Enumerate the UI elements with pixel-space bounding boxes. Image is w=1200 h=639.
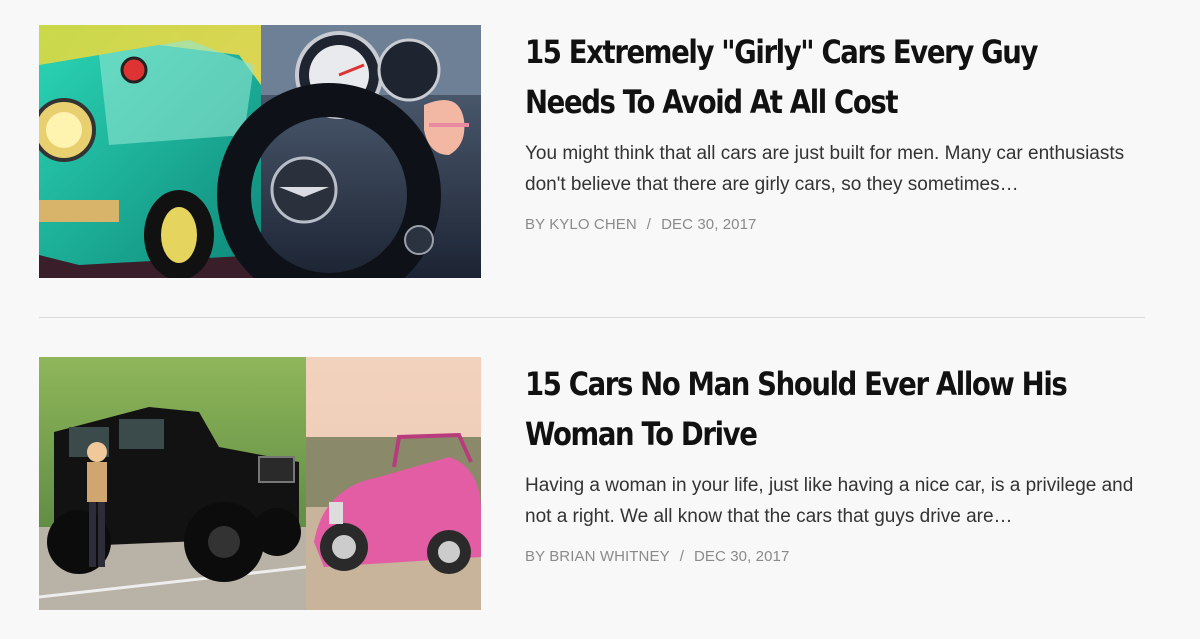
meta-separator: / <box>646 216 652 233</box>
hummer-beetle-collage-image <box>39 357 481 610</box>
article-meta: BY BRIAN WHITNEY / DEC 30, 2017 <box>525 548 1145 565</box>
meta-separator: / <box>679 548 684 565</box>
article-thumbnail[interactable] <box>39 25 481 278</box>
article-date: DEC 30, 2017 <box>693 548 790 565</box>
article-meta: BY KYLO CHEN / DEC 30, 2017 <box>525 216 1145 233</box>
article-text: 15 Cars No Man Should Ever Allow His Wom… <box>525 357 1145 565</box>
article-text: 15 Extremely "Girly" Cars Every Guy Need… <box>525 25 1145 233</box>
article-date: DEC 30, 2017 <box>661 216 757 233</box>
article-card: 15 Extremely "Girly" Cars Every Guy Need… <box>39 25 1145 278</box>
article-feed: 15 Extremely "Girly" Cars Every Guy Need… <box>0 0 1200 639</box>
article-excerpt: You might think that all cars are just b… <box>525 143 1125 195</box>
article-divider <box>39 317 1145 318</box>
article-card: 15 Cars No Man Should Ever Allow His Wom… <box>39 357 1145 610</box>
article-thumbnail[interactable] <box>39 357 481 610</box>
article-author-link[interactable]: BY BRIAN WHITNEY <box>525 548 670 565</box>
mini-cooper-collage-image <box>39 25 481 278</box>
article-excerpt: Having a woman in your life, just like h… <box>525 475 1134 527</box>
article-title-link[interactable]: 15 Extremely "Girly" Cars Every Guy Need… <box>525 27 1131 127</box>
article-author-link[interactable]: BY KYLO CHEN <box>525 216 637 233</box>
article-title-link[interactable]: 15 Cars No Man Should Ever Allow His Wom… <box>525 359 1131 459</box>
